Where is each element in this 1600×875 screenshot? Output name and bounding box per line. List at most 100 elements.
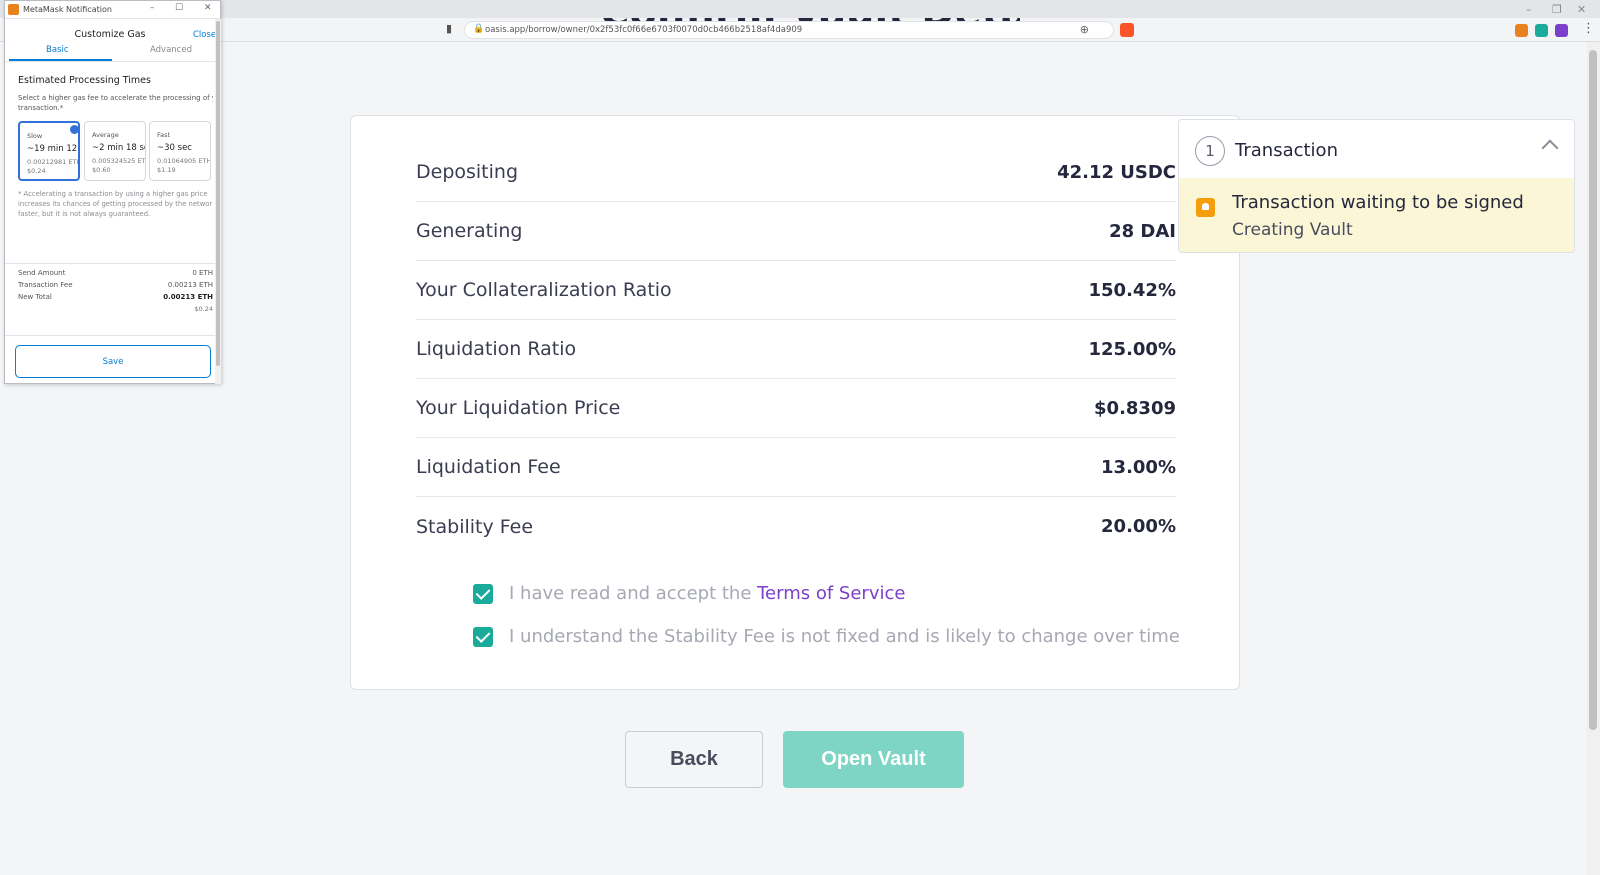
gas-option-usd: $0.24 bbox=[27, 167, 46, 175]
metamask-fox-icon bbox=[8, 4, 19, 15]
gas-option-usd: $0.60 bbox=[92, 166, 111, 174]
summary-label: Send Amount bbox=[18, 269, 66, 277]
gas-option-average[interactable]: Average ~2 min 18 sec 0.005324525 ETH $0… bbox=[84, 121, 146, 181]
metamask-scrollbar[interactable] bbox=[215, 19, 221, 384]
vault-details-card: Depositing 42.12 USDC Generating 28 DAI … bbox=[350, 115, 1240, 690]
restore-window-button[interactable]: ☐ bbox=[175, 3, 183, 13]
lock-icon: 🔒 bbox=[473, 24, 485, 34]
metamask-notification-window: MetaMask Notification – ☐ ✕ Customize Ga… bbox=[4, 0, 221, 384]
customize-gas-header: Customize Gas bbox=[74, 29, 146, 40]
detail-row-liquidation-ratio: Liquidation Ratio 125.00% bbox=[416, 320, 1176, 379]
zoom-icon[interactable]: ⊕ bbox=[1080, 23, 1089, 36]
transaction-substatus: Creating Vault bbox=[1232, 220, 1353, 240]
detail-row-stability-fee: Stability Fee 20.00% bbox=[416, 497, 1176, 556]
gas-option-fast[interactable]: Fast ~30 sec 0.01064905 ETH $1.19 bbox=[149, 121, 211, 181]
summary-label: Transaction Fee bbox=[18, 281, 73, 289]
bell-icon bbox=[1196, 198, 1215, 217]
note-line: faster, but it is not always guaranteed. bbox=[18, 210, 151, 218]
detail-row-depositing: Depositing 42.12 USDC bbox=[416, 143, 1176, 202]
metamask-window-title: MetaMask Notification bbox=[23, 5, 112, 14]
browser-menu-icon[interactable]: ⋮ bbox=[1582, 21, 1595, 36]
bookmark-icon[interactable]: ▮ bbox=[446, 22, 452, 35]
close-window-button[interactable]: ✕ bbox=[204, 3, 212, 13]
gas-option-name: Fast bbox=[157, 131, 171, 139]
detail-label: Stability Fee bbox=[416, 515, 534, 538]
back-button[interactable]: Back bbox=[625, 731, 763, 788]
processing-times-title: Estimated Processing Times bbox=[18, 75, 151, 86]
metamask-titlebar[interactable]: MetaMask Notification – ☐ ✕ bbox=[5, 1, 220, 19]
close-link[interactable]: Close bbox=[193, 30, 216, 40]
gas-option-time: ~19 min 12 se bbox=[27, 144, 78, 154]
transaction-status-box: Transaction waiting to be signed Creatin… bbox=[1179, 178, 1574, 252]
detail-value: 42.12 USDC bbox=[1057, 161, 1176, 183]
detail-value: 20.00% bbox=[1101, 516, 1176, 537]
summary-value: 0.00213 ETH bbox=[163, 293, 213, 301]
extension-icon[interactable] bbox=[1535, 24, 1548, 37]
detail-row-generating: Generating 28 DAI bbox=[416, 202, 1176, 261]
restore-window-button[interactable]: ❐ bbox=[1552, 3, 1562, 16]
browser-titlebar: – ❐ ✕ bbox=[0, 0, 1600, 18]
minimize-window-button[interactable]: – bbox=[150, 3, 155, 13]
gas-option-name: Average bbox=[92, 131, 119, 139]
extension-icon[interactable] bbox=[1555, 24, 1568, 37]
gas-option-eth: 0.005324525 ETH bbox=[92, 157, 146, 165]
stability-fee-text: I understand the Stability Fee is not fi… bbox=[509, 626, 1180, 647]
terms-of-service-link[interactable]: Terms of Service bbox=[757, 583, 905, 604]
detail-value: 28 DAI bbox=[1109, 220, 1176, 242]
transaction-panel: 1 Transaction Transaction waiting to be … bbox=[1178, 119, 1575, 253]
detail-value: 125.00% bbox=[1088, 338, 1177, 360]
detail-label: Liquidation Fee bbox=[416, 456, 561, 478]
close-window-button[interactable]: ✕ bbox=[1577, 3, 1586, 16]
terms-checkbox-row: I have read and accept the Terms of Serv… bbox=[473, 583, 905, 604]
transaction-title: Transaction bbox=[1235, 140, 1338, 161]
gas-option-slow[interactable]: Slow ~19 min 12 se 0.00212981 ETH $0.24 bbox=[18, 121, 80, 181]
summary-row-new-total: New Total 0.00213 ETH bbox=[18, 293, 213, 301]
summary-row-transaction-fee: Transaction Fee 0.00213 ETH bbox=[18, 281, 213, 289]
check-icon bbox=[70, 125, 78, 134]
detail-row-collateralization-ratio: Your Collateralization Ratio 150.42% bbox=[416, 261, 1176, 320]
processing-times-description: Select a higher gas fee to accelerate th… bbox=[18, 93, 213, 113]
summary-value: 0 ETH bbox=[192, 269, 213, 277]
transaction-panel-header[interactable]: 1 Transaction bbox=[1179, 120, 1574, 178]
detail-label: Your Collateralization Ratio bbox=[416, 279, 672, 301]
gas-option-time: ~2 min 18 sec bbox=[92, 143, 145, 153]
gas-option-usd: $1.19 bbox=[157, 166, 176, 174]
brave-shield-icon[interactable] bbox=[1120, 23, 1134, 37]
stability-fee-checkbox[interactable] bbox=[473, 626, 493, 647]
tab-advanced[interactable]: Advanced bbox=[150, 45, 192, 55]
acceleration-note: * Accelerating a transaction by using a … bbox=[18, 189, 213, 219]
description-line: Select a higher gas fee to accelerate th… bbox=[18, 94, 213, 102]
summary-row-send-amount: Send Amount 0 ETH bbox=[18, 269, 213, 277]
terms-checkbox[interactable] bbox=[473, 583, 493, 604]
address-bar[interactable]: 🔒 oasis.app/borrow/owner/0x2f53fc0f66e67… bbox=[464, 21, 1114, 39]
terms-text: I have read and accept the Terms of Serv… bbox=[509, 583, 905, 604]
total-usd: $0.24 bbox=[194, 305, 213, 313]
description-line: transaction.* bbox=[18, 104, 64, 112]
metamask-extension-icon[interactable] bbox=[1515, 24, 1528, 37]
save-button[interactable]: Save bbox=[15, 345, 211, 378]
tab-basic[interactable]: Basic bbox=[46, 45, 69, 55]
url-text[interactable]: oasis.app/borrow/owner/0x2f53fc0f66e6703… bbox=[485, 25, 802, 35]
summary-label: New Total bbox=[18, 293, 52, 301]
scrollbar-thumb[interactable] bbox=[1589, 50, 1597, 730]
stability-fee-checkbox-row: I understand the Stability Fee is not fi… bbox=[473, 626, 1180, 647]
detail-label: Liquidation Ratio bbox=[416, 338, 577, 360]
gas-option-eth: 0.00212981 ETH bbox=[27, 158, 80, 166]
gas-option-name: Slow bbox=[27, 132, 43, 140]
detail-row-liquidation-fee: Liquidation Fee 13.00% bbox=[416, 438, 1176, 497]
detail-value: $0.8309 bbox=[1094, 397, 1176, 419]
gas-option-time: ~30 sec bbox=[157, 143, 192, 153]
minimize-window-button[interactable]: – bbox=[1526, 3, 1532, 16]
summary-value: 0.00213 ETH bbox=[167, 281, 213, 289]
detail-value: 13.00% bbox=[1101, 456, 1176, 478]
detail-row-liquidation-price: Your Liquidation Price $0.8309 bbox=[416, 379, 1176, 438]
divider bbox=[5, 263, 215, 264]
scrollbar-thumb[interactable] bbox=[216, 21, 220, 366]
page-scrollbar[interactable] bbox=[1587, 42, 1600, 875]
detail-label: Generating bbox=[416, 220, 523, 242]
chevron-up-icon[interactable] bbox=[1541, 139, 1559, 157]
divider bbox=[5, 335, 215, 336]
open-vault-button[interactable]: Open Vault bbox=[783, 731, 964, 788]
note-line: * Accelerating a transaction by using a … bbox=[18, 190, 208, 198]
detail-label: Depositing bbox=[416, 161, 519, 183]
